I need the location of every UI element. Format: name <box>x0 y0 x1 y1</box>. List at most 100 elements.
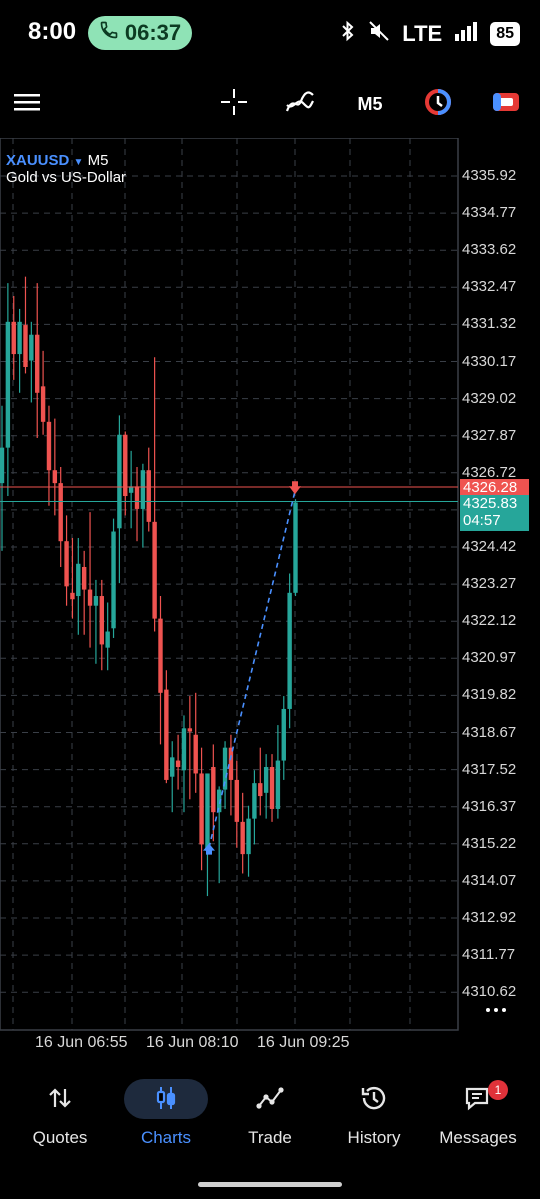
trade-link-line <box>208 491 296 848</box>
price-tick-label: 4317.52 <box>462 760 517 778</box>
candle-body <box>175 760 181 768</box>
price-tick-label: 4324.42 <box>462 538 517 555</box>
candle-body <box>23 325 28 367</box>
network-type: LTE <box>402 21 443 46</box>
candle-body <box>158 618 163 693</box>
price-tick-label: 4318.67 <box>462 723 517 741</box>
candle-body <box>246 818 251 855</box>
candle-body <box>199 773 204 845</box>
call-timer-text: 06:37 <box>124 20 182 45</box>
nav-quotes[interactable]: Quotes <box>8 1078 112 1158</box>
symbol-description: Gold vs US-Dollar <box>6 169 127 186</box>
candle-body <box>240 821 245 855</box>
price-tick-label: 4311.77 <box>462 946 516 964</box>
bid-price-value: 4325.83 <box>463 495 518 512</box>
buy-arrow-icon <box>203 843 215 855</box>
candle-body <box>252 783 257 819</box>
candle-body <box>170 757 175 777</box>
status-bar: 8:00 06:37 LTE 85 <box>0 0 540 70</box>
candlestick-chart-svg[interactable] <box>0 138 540 1060</box>
candle-body <box>46 421 52 471</box>
crosshair-icon <box>220 88 248 121</box>
sell-arrow-icon <box>289 481 301 495</box>
phone-icon <box>99 20 119 46</box>
price-tick-label: 4312.92 <box>462 909 517 926</box>
candle-body <box>17 321 22 355</box>
timeframe-button[interactable]: M5 <box>352 90 388 118</box>
nav-charts[interactable]: Charts <box>114 1078 218 1158</box>
candle-body <box>134 486 140 509</box>
candle-body <box>193 734 198 774</box>
nav-trade[interactable]: Trade <box>218 1078 322 1158</box>
chart-toolbar: M5 <box>0 72 540 132</box>
chart-symbol-header[interactable]: XAUUSD ▼ M5 Gold vs US-Dollar <box>6 152 126 186</box>
candle-body <box>64 541 69 587</box>
price-tick-label: 4329.02 <box>462 389 517 407</box>
price-chart[interactable] <box>0 138 540 1060</box>
quotes-arrows-icon <box>8 1078 112 1118</box>
candle-body <box>234 779 239 822</box>
candle-body <box>5 321 11 448</box>
candle-body <box>40 386 46 422</box>
candle-body <box>164 689 169 780</box>
clock-trading-icon <box>424 88 452 121</box>
status-time: 8:00 <box>28 18 77 45</box>
bid-price-tag: 4325.83 04:57 <box>460 495 529 531</box>
candle-body <box>52 470 58 484</box>
price-tick-label: 4316.37 <box>462 797 517 815</box>
candle-body <box>81 567 87 590</box>
price-tick-label: 4327.87 <box>462 426 517 444</box>
candle-body <box>35 334 40 393</box>
candle-body <box>275 760 281 809</box>
symbol-dropdown-icon[interactable]: ▼ <box>74 157 84 168</box>
candle-body <box>228 747 234 780</box>
signal-icon <box>454 21 478 47</box>
candle-body <box>146 470 151 522</box>
price-tick-label: 4334.77 <box>462 204 517 222</box>
messages-chat-icon: 1 <box>426 1078 530 1118</box>
candle-body <box>140 470 146 509</box>
one-click-trading-button[interactable] <box>423 88 453 121</box>
chart-timeframe: M5 <box>87 152 109 169</box>
candle-body <box>0 447 5 484</box>
candle-body <box>293 502 298 593</box>
price-tick-label: 4335.92 <box>462 167 517 184</box>
call-timer-pill[interactable]: 06:37 <box>88 16 192 50</box>
hamburger-icon <box>14 92 40 117</box>
trade-panel-button[interactable] <box>492 90 520 118</box>
symbol-name[interactable]: XAUUSD <box>6 152 69 169</box>
price-tick-label: 4333.62 <box>462 241 517 259</box>
candle-body <box>87 589 93 606</box>
price-tick-label: 4310.62 <box>462 983 517 1001</box>
price-tick-label: 4330.17 <box>462 352 517 370</box>
candle-body <box>76 563 81 597</box>
price-tick-label: 4314.07 <box>462 871 517 889</box>
history-clock-icon <box>322 1078 426 1118</box>
nav-history[interactable]: History <box>322 1078 426 1158</box>
candle-body <box>70 592 75 600</box>
candle-body <box>29 334 34 361</box>
nav-messages[interactable]: 1 Messages <box>426 1078 530 1158</box>
bluetooth-icon <box>340 20 356 48</box>
battery-indicator: 85 <box>490 22 520 46</box>
more-options-button[interactable] <box>486 1000 516 1020</box>
candle-body <box>11 321 16 355</box>
bar-countdown: 04:57 <box>463 512 501 529</box>
menu-button[interactable] <box>14 90 40 118</box>
candle-body <box>211 767 216 813</box>
time-tick-label: 16 Jun 08:10 <box>146 1034 239 1051</box>
price-tick-label: 4322.12 <box>462 612 517 630</box>
crosshair-button[interactable] <box>220 88 248 121</box>
candle-body <box>105 631 110 648</box>
candle-body <box>58 483 63 542</box>
nav-label: Trade <box>248 1128 292 1147</box>
price-tick-label: 4315.22 <box>462 834 517 852</box>
home-indicator[interactable] <box>198 1182 342 1187</box>
nav-label: Messages <box>439 1128 517 1147</box>
indicators-button[interactable] <box>285 90 315 118</box>
candle-body <box>263 767 269 793</box>
mute-icon <box>368 20 390 48</box>
candle-body <box>269 767 275 809</box>
candle-body <box>111 531 116 629</box>
status-icons: LTE 85 <box>340 20 520 48</box>
